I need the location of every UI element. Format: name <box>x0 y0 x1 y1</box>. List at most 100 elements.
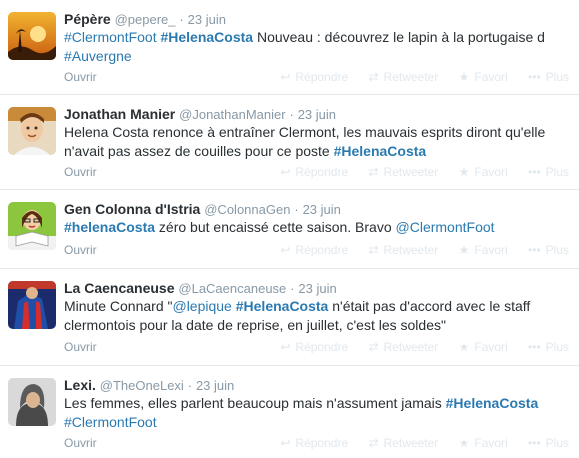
more-button[interactable]: ••• Plus <box>528 165 569 179</box>
separator-dot: · <box>290 281 295 296</box>
username[interactable]: @JonathanManier <box>179 107 285 122</box>
open-link[interactable]: Ouvrir <box>64 340 97 354</box>
tweet-item[interactable]: Jonathan Manier @JonathanManier · 23 jui… <box>0 95 579 190</box>
retweet-icon: ⇄ <box>368 340 379 354</box>
favorite-button[interactable]: ★ Favori <box>459 243 508 257</box>
retweet-button[interactable]: ⇄ Retweeter <box>368 243 438 257</box>
username[interactable]: @ColonnaGen <box>204 202 290 217</box>
retweet-button[interactable]: ⇄ Retweeter <box>368 70 438 84</box>
tweet-text: #ClermontFoot #HelenaCosta Nouveau : déc… <box>64 28 564 66</box>
tweet-date[interactable]: 23 juin <box>298 107 336 122</box>
reply-label: Répondre <box>295 165 349 179</box>
hashtag-link[interactable]: #HelenaCosta <box>236 298 329 314</box>
more-label: Plus <box>545 340 569 354</box>
retweet-button[interactable]: ⇄ Retweeter <box>368 436 438 450</box>
fullname[interactable]: Lexi. <box>64 377 96 393</box>
username[interactable]: @TheOneLexi <box>100 378 184 393</box>
separator-dot: · <box>179 12 184 27</box>
open-link[interactable]: Ouvrir <box>64 436 97 450</box>
tweet-text-segment: Les femmes, elles parlent beaucoup mais … <box>64 395 446 411</box>
favorite-button[interactable]: ★ Favori <box>459 70 508 84</box>
reply-label: Répondre <box>295 243 349 257</box>
tweet-timeline: Pépère @pepere_ · 23 juin #ClermontFoot … <box>0 0 579 458</box>
favorite-label: Favori <box>474 436 508 450</box>
tweet-item[interactable]: Lexi. @TheOneLexi · 23 juin Les femmes, … <box>0 366 579 458</box>
tweet-header: Pépère @pepere_ · 23 juin <box>64 10 226 29</box>
avatar-image <box>8 202 56 250</box>
reply-icon: ↩ <box>280 436 291 450</box>
avatar[interactable] <box>8 202 56 250</box>
favorite-button[interactable]: ★ Favori <box>459 165 508 179</box>
hashtag-link[interactable]: #HelenaCosta <box>334 143 427 159</box>
avatar[interactable] <box>8 12 56 60</box>
separator-dot: · <box>294 202 299 217</box>
tweet-text: Les femmes, elles parlent beaucoup mais … <box>64 394 564 432</box>
username[interactable]: @pepere_ <box>115 12 176 27</box>
fullname[interactable]: Pépère <box>64 11 111 27</box>
reply-button[interactable]: ↩ Répondre <box>280 340 348 354</box>
open-link[interactable]: Ouvrir <box>64 243 97 257</box>
tweet-item[interactable]: Pépère @pepere_ · 23 juin #ClermontFoot … <box>0 0 579 95</box>
star-icon: ★ <box>458 243 470 257</box>
favorite-label: Favori <box>474 243 508 257</box>
tweet-actions: ↩ Répondre ⇄ Retweeter ★ Favori ••• Plus <box>263 436 569 450</box>
open-link[interactable]: Ouvrir <box>64 70 97 84</box>
tweet-text: #helenaCosta zéro but encaissé cette sai… <box>64 218 564 237</box>
more-label: Plus <box>545 243 569 257</box>
more-dots-icon: ••• <box>528 340 541 354</box>
reply-button[interactable]: ↩ Répondre <box>280 165 348 179</box>
retweet-icon: ⇄ <box>368 243 379 257</box>
mention-link[interactable]: @lepique <box>172 298 231 314</box>
hashtag-link[interactable]: #helenaCosta <box>64 219 155 235</box>
fullname[interactable]: La Caencaneuse <box>64 280 175 296</box>
favorite-button[interactable]: ★ Favori <box>459 340 508 354</box>
more-button[interactable]: ••• Plus <box>528 70 569 84</box>
fullname[interactable]: Gen Colonna d'Istria <box>64 201 200 217</box>
reply-label: Répondre <box>295 340 349 354</box>
open-link[interactable]: Ouvrir <box>64 165 97 179</box>
hashtag-link[interactable]: #Auvergne <box>64 48 132 64</box>
hashtag-link[interactable]: #HelenaCosta <box>446 395 539 411</box>
retweet-label: Retweeter <box>383 436 439 450</box>
more-button[interactable]: ••• Plus <box>528 340 569 354</box>
tweet-item[interactable]: La Caencaneuse @LaCaencaneuse · 23 juin … <box>0 269 579 366</box>
reply-label: Répondre <box>295 436 349 450</box>
tweet-date[interactable]: 23 juin <box>298 281 336 296</box>
more-button[interactable]: ••• Plus <box>528 436 569 450</box>
more-button[interactable]: ••• Plus <box>528 243 569 257</box>
tweet-date[interactable]: 23 juin <box>303 202 341 217</box>
hashtag-link[interactable]: #ClermontFoot <box>64 29 157 45</box>
hashtag-link[interactable]: #ClermontFoot <box>64 414 157 430</box>
retweet-label: Retweeter <box>383 340 439 354</box>
mention-link[interactable]: @ClermontFoot <box>396 219 495 235</box>
avatar[interactable] <box>8 281 56 329</box>
username[interactable]: @LaCaencaneuse <box>178 281 286 296</box>
favorite-button[interactable]: ★ Favori <box>459 436 508 450</box>
retweet-icon: ⇄ <box>368 165 379 179</box>
star-icon: ★ <box>458 70 470 84</box>
retweet-button[interactable]: ⇄ Retweeter <box>368 340 438 354</box>
more-dots-icon: ••• <box>528 165 541 179</box>
tweet-date[interactable]: 23 juin <box>188 12 226 27</box>
tweet-text: Helena Costa renonce à entraîner Clermon… <box>64 123 564 161</box>
tweet-header: Jonathan Manier @JonathanManier · 23 jui… <box>64 105 336 124</box>
avatar[interactable] <box>8 378 56 426</box>
avatar-image <box>8 378 56 426</box>
tweet-item[interactable]: Gen Colonna d'Istria @ColonnaGen · 23 ju… <box>0 190 579 269</box>
avatar[interactable] <box>8 107 56 155</box>
star-icon: ★ <box>458 165 470 179</box>
reply-button[interactable]: ↩ Répondre <box>280 436 348 450</box>
tweet-actions: ↩ Répondre ⇄ Retweeter ★ Favori ••• Plus <box>263 340 569 354</box>
tweet-date[interactable]: 23 juin <box>196 378 234 393</box>
reply-button[interactable]: ↩ Répondre <box>280 243 348 257</box>
fullname[interactable]: Jonathan Manier <box>64 106 175 122</box>
tweet-header: La Caencaneuse @LaCaencaneuse · 23 juin <box>64 279 337 298</box>
avatar-image <box>8 281 56 329</box>
hashtag-link[interactable]: #HelenaCosta <box>160 29 253 45</box>
reply-button[interactable]: ↩ Répondre <box>280 70 348 84</box>
retweet-button[interactable]: ⇄ Retweeter <box>368 165 438 179</box>
favorite-label: Favori <box>474 70 508 84</box>
more-dots-icon: ••• <box>528 70 541 84</box>
favorite-label: Favori <box>474 165 508 179</box>
tweet-header: Gen Colonna d'Istria @ColonnaGen · 23 ju… <box>64 200 341 219</box>
